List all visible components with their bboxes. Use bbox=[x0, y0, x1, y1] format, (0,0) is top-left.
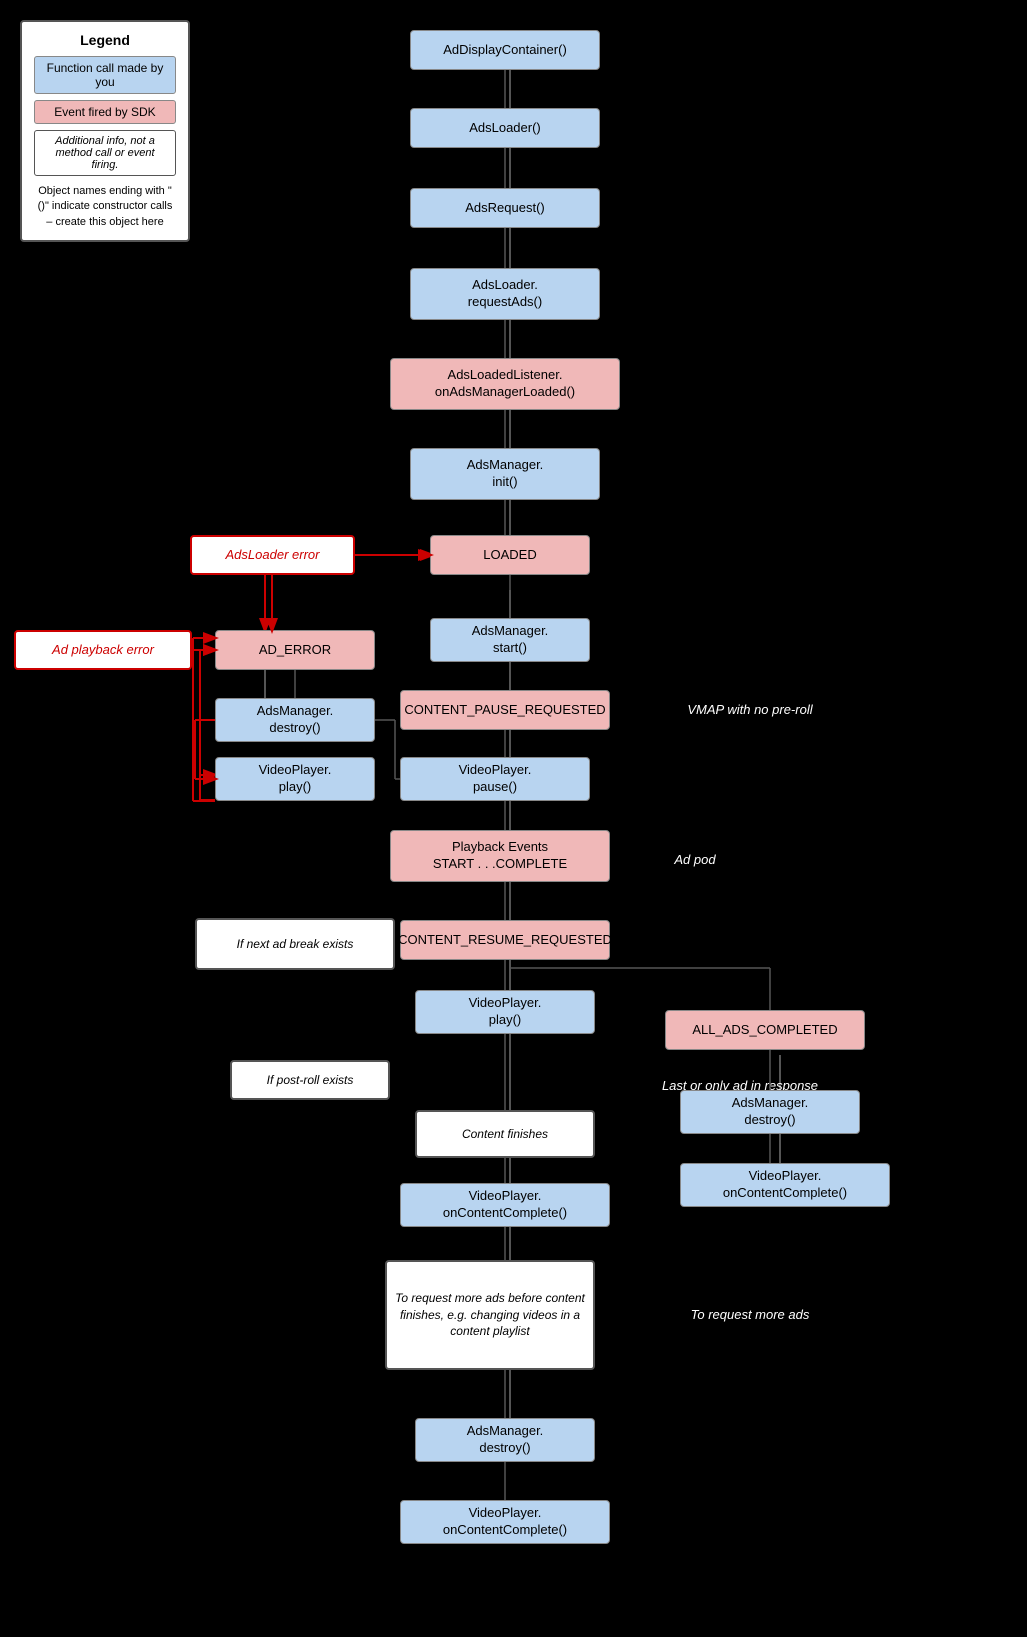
all-ads-completed-box: ALL_ADS_COMPLETED bbox=[665, 1010, 865, 1050]
video-player-play2-box: VideoPlayer. play() bbox=[415, 990, 595, 1034]
ads-loader-error-label: AdsLoader error bbox=[190, 535, 355, 575]
vmap-no-preroll-label: VMAP with no pre-roll bbox=[650, 690, 850, 730]
ad-pod-label: Ad pod bbox=[635, 840, 755, 880]
legend-additional-info: Additional info, not a method call or ev… bbox=[34, 130, 176, 176]
legend-box: Legend Function call made by you Event f… bbox=[20, 20, 190, 242]
loaded-box: LOADED bbox=[430, 535, 590, 575]
svg-lines bbox=[0, 0, 1027, 1637]
video-player-on-content-complete2-box: VideoPlayer. onContentComplete() bbox=[680, 1163, 890, 1207]
legend-note: Object names ending with "()" indicate c… bbox=[34, 184, 176, 230]
ads-manager-start-box: AdsManager. start() bbox=[430, 618, 590, 662]
ads-loader-box: AdsLoader() bbox=[410, 108, 600, 148]
ads-loader-request-ads-box: AdsLoader. requestAds() bbox=[410, 268, 600, 320]
video-player-on-content-complete1-box: VideoPlayer. onContentComplete() bbox=[400, 1183, 610, 1227]
content-finishes-box: Content finishes bbox=[415, 1110, 595, 1158]
ads-loaded-listener-box: AdsLoadedListener. onAdsManagerLoaded() bbox=[390, 358, 620, 410]
ad-playback-error-label: Ad playback error bbox=[14, 630, 192, 670]
content-pause-requested-box: CONTENT_PAUSE_REQUESTED bbox=[400, 690, 610, 730]
ads-manager-init-box: AdsManager. init() bbox=[410, 448, 600, 500]
ad-error-box: AD_ERROR bbox=[215, 630, 375, 670]
connectors bbox=[0, 0, 1027, 1637]
ads-manager-destroy3-box: AdsManager. destroy() bbox=[415, 1418, 595, 1462]
legend-event-fired: Event fired by SDK bbox=[34, 100, 176, 124]
ads-request-box: AdsRequest() bbox=[410, 188, 600, 228]
diagram-container: Legend Function call made by you Event f… bbox=[0, 0, 1027, 1637]
video-player-pause-box: VideoPlayer. pause() bbox=[400, 757, 590, 801]
content-resume-requested-box: CONTENT_RESUME_REQUESTED bbox=[400, 920, 610, 960]
ads-manager-destroy1-box: AdsManager. destroy() bbox=[215, 698, 375, 742]
video-player-play1-box: VideoPlayer. play() bbox=[215, 757, 375, 801]
if-post-roll-label: If post-roll exists bbox=[230, 1060, 390, 1100]
playback-events-box: Playback Events START . . .COMPLETE bbox=[390, 830, 610, 882]
ads-manager-destroy2-box: AdsManager. destroy() bbox=[680, 1090, 860, 1134]
legend-function-call: Function call made by you bbox=[34, 56, 176, 94]
ad-display-container-box: AdDisplayContainer() bbox=[410, 30, 600, 70]
to-request-more-ads-box: To request more ads before content finis… bbox=[385, 1260, 595, 1370]
to-request-more-ads-label: To request more ads bbox=[650, 1295, 850, 1335]
video-player-on-content-complete3-box: VideoPlayer. onContentComplete() bbox=[400, 1500, 610, 1544]
if-next-ad-break-label: If next ad break exists bbox=[195, 918, 395, 970]
legend-title: Legend bbox=[34, 32, 176, 48]
